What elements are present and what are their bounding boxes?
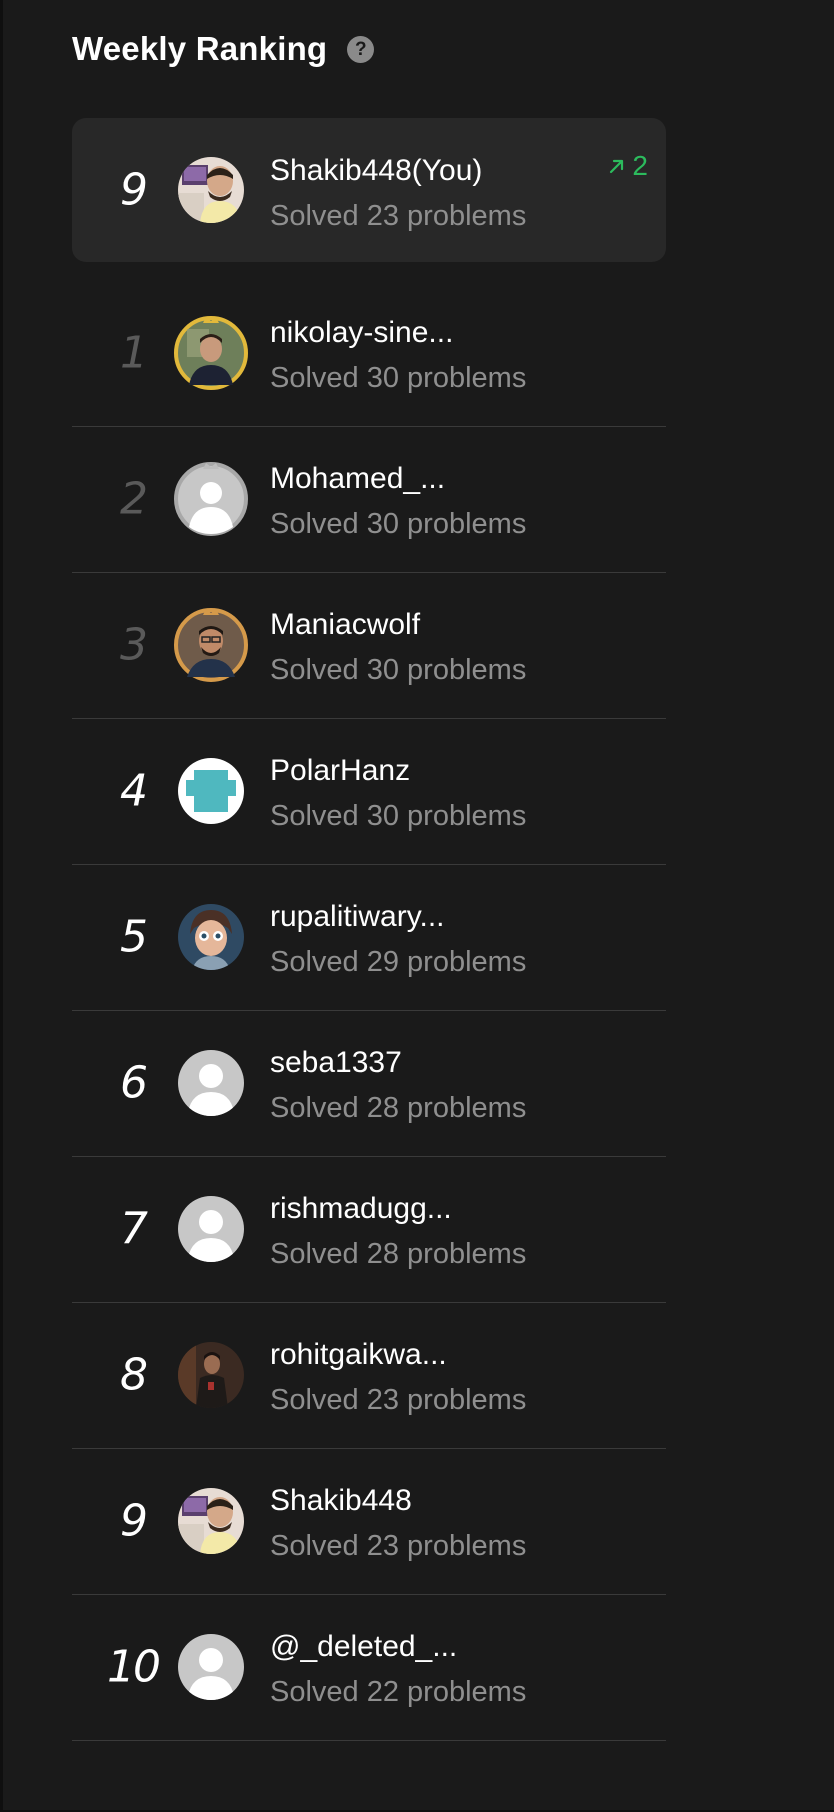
ranking-row[interactable]: 10 @_deleted_... Solved 22 problems [72, 1594, 666, 1741]
username[interactable]: seba1337 [270, 1046, 402, 1080]
ranking-row[interactable]: 6 seba1337 Solved 28 problems [72, 1010, 666, 1157]
username[interactable]: Shakib448 [270, 1484, 412, 1518]
panel-header: Weekly Ranking ? [72, 26, 375, 72]
rank-number: 4 [120, 765, 148, 817]
solved-count: Solved 30 problems [270, 508, 527, 540]
avatar[interactable] [173, 461, 249, 537]
rank-number: 2 [120, 473, 148, 525]
arrow-up-right-icon [610, 159, 624, 174]
current-user-card[interactable]: 9 Shakib448(You) Solved 23 problems 2 [72, 118, 666, 262]
solved-count: Solved 29 problems [270, 946, 527, 978]
username[interactable]: PolarHanz [270, 754, 410, 788]
rank-number: 10 [107, 1641, 161, 1693]
solved-count: Solved 30 problems [270, 800, 527, 832]
username[interactable]: rishmadugg... [270, 1192, 452, 1226]
rank-number: 6 [120, 1057, 148, 1109]
solved-count: Solved 30 problems [270, 654, 527, 686]
panel-title: Weekly Ranking [72, 30, 328, 67]
rank-number: 5 [120, 911, 148, 963]
help-icon[interactable]: ? [347, 35, 375, 63]
rank-change: 2 [608, 150, 648, 182]
avatar[interactable] [178, 904, 244, 970]
ranking-row[interactable]: 5 rupalitiwary... Solved 29 problems [72, 864, 666, 1011]
rank-number: 9 [120, 1495, 148, 1547]
ranking-row[interactable]: 8 rohitgaikwa... Solved 23 problems [72, 1302, 666, 1449]
solved-count: Solved 28 problems [270, 1092, 527, 1124]
solved-count: Solved 22 problems [270, 1676, 527, 1708]
current-user-avatar[interactable] [178, 157, 244, 223]
solved-count: Solved 23 problems [270, 1530, 527, 1562]
current-user-solved: Solved 23 problems [270, 200, 527, 232]
username[interactable]: rupalitiwary... [270, 900, 445, 934]
avatar[interactable] [178, 758, 244, 824]
username[interactable]: @_deleted_... [270, 1630, 457, 1664]
ranking-row[interactable]: 1 nikolay-sine... Solved 30 problems [72, 280, 666, 427]
avatar[interactable] [178, 1342, 244, 1408]
username[interactable]: Mohamed_... [270, 462, 445, 496]
avatar[interactable] [173, 607, 249, 683]
default-avatar-icon[interactable] [178, 1050, 244, 1116]
left-edge [0, 0, 3, 1812]
avatar[interactable] [178, 1488, 244, 1554]
ranking-row[interactable]: 3 Maniacwolf Solved 30 problems [72, 572, 666, 719]
rank-change-value: 2 [632, 150, 648, 181]
ranking-row[interactable]: 2 Mohamed_... Solved 30 problems [72, 426, 666, 573]
username[interactable]: rohitgaikwa... [270, 1338, 447, 1372]
rank-number: 7 [120, 1203, 148, 1255]
solved-count: Solved 30 problems [270, 362, 527, 394]
username[interactable]: Maniacwolf [270, 608, 420, 642]
solved-count: Solved 28 problems [270, 1238, 527, 1270]
rank-number: 3 [120, 619, 148, 671]
ranking-row[interactable]: 9 Shakib448 Solved 23 problems [72, 1448, 666, 1595]
ranking-row[interactable]: 4 PolarHanz Solved 30 problems [72, 718, 666, 865]
avatar[interactable] [173, 315, 249, 391]
current-user-name[interactable]: Shakib448(You) [270, 154, 482, 188]
ranking-row[interactable]: 7 rishmadugg... Solved 28 problems [72, 1156, 666, 1303]
default-avatar-icon[interactable] [178, 1196, 244, 1262]
rank-number: 1 [120, 327, 148, 379]
solved-count: Solved 23 problems [270, 1384, 527, 1416]
default-avatar-icon[interactable] [178, 1634, 244, 1700]
current-user-rank: 9 [120, 164, 148, 216]
rank-number: 8 [120, 1349, 148, 1401]
username[interactable]: nikolay-sine... [270, 316, 453, 350]
